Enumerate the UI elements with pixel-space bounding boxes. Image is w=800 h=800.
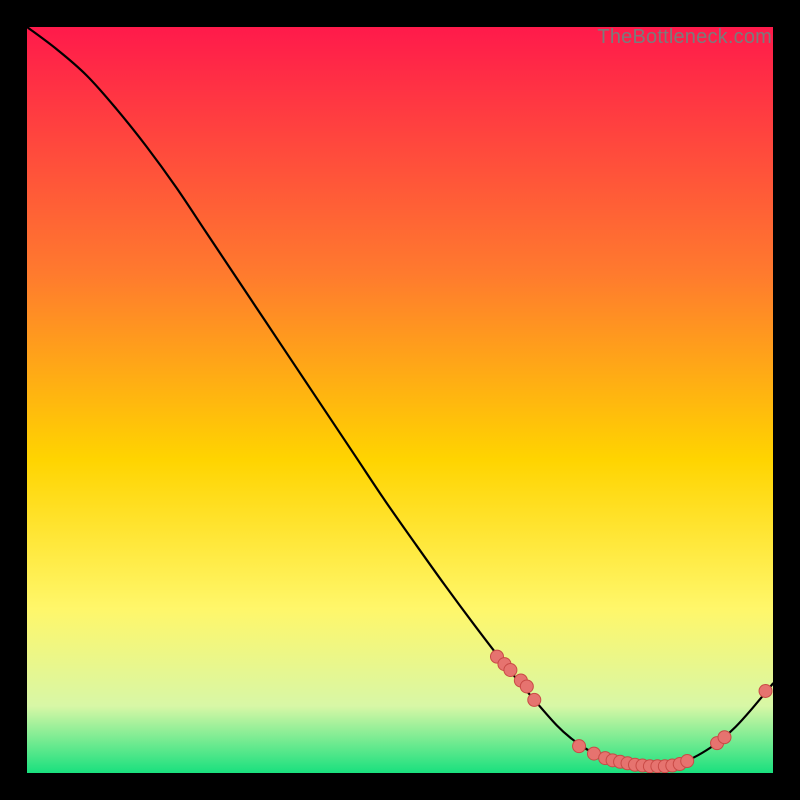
marker-point [681, 755, 694, 768]
marker-point [504, 664, 517, 677]
chart-svg [27, 27, 773, 773]
watermark-text: TheBottleneck.com [597, 26, 772, 49]
marker-point [759, 684, 772, 697]
chart-stage: TheBottleneck.com [0, 0, 800, 800]
marker-point [718, 731, 731, 744]
marker-point [520, 680, 533, 693]
plot-area [27, 27, 773, 773]
marker-point [573, 740, 586, 753]
marker-point [528, 693, 541, 706]
gradient-background [27, 27, 773, 773]
